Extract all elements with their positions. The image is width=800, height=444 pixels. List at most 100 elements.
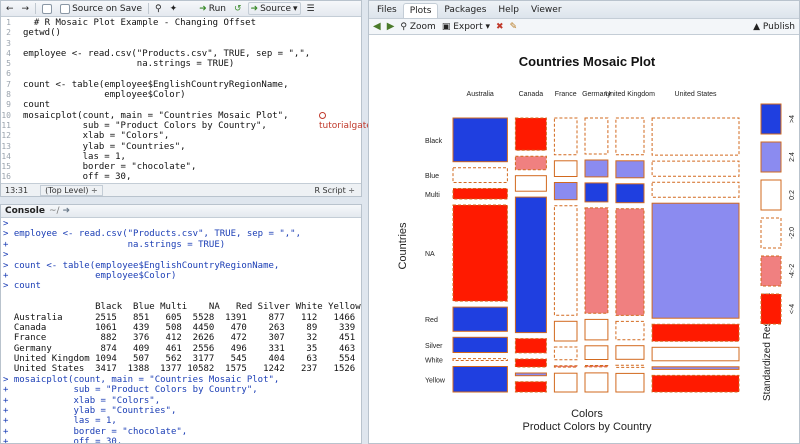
line-number: 7 [6, 79, 11, 89]
console-command-line: + border = "chocolate", [3, 426, 188, 437]
code-text: employee <- read.csv("Products.csv", TRU… [23, 48, 311, 59]
forward-button[interactable]: → [20, 2, 32, 15]
code-text: getwd() [23, 28, 61, 39]
legend-label: 0:2 [789, 190, 796, 200]
console-output-line: Canada 1061 439 508 4450 470 263 89 339 [3, 322, 356, 333]
zoom-button[interactable]: ⚲ Zoom [400, 22, 435, 32]
editor-toolbar: ← → Source on Save ⚲ ✦ ➜ Run ↺ ➜ Source … [1, 1, 361, 17]
mosaic-cell [584, 159, 609, 178]
code-line[interactable]: 6 [1, 69, 361, 79]
remove-plot-icon[interactable]: ✖ [496, 22, 504, 32]
search-icon: ⚲ [155, 3, 162, 14]
rerun-icon: ↺ [233, 3, 242, 14]
filetype-dropdown[interactable]: R Script ÷ [310, 186, 361, 195]
code-text: ylab = "Countries", [23, 141, 186, 152]
code-line[interactable]: 7 count <- table(employee$EnglishCountryR… [1, 80, 361, 90]
tab-viewer[interactable]: Viewer [525, 3, 568, 18]
scope-dropdown[interactable]: (Top Level) ÷ [40, 184, 103, 196]
legend-swatch [760, 293, 782, 325]
console-output-line: United Kingdom 1094 507 562 3177 545 404… [3, 354, 356, 365]
plot-toolbar: ◀ ▶ ⚲ Zoom ▣ Export ▾ ✖ ✎ ▲ Publish [369, 19, 799, 35]
code-line[interactable]: 12 xlab = "Colors", [1, 131, 361, 141]
console-command-line: > employee <- read.csv("Products.csv", T… [3, 229, 302, 240]
mosaic-cell [584, 365, 609, 368]
mosaic-cell [553, 205, 578, 316]
code-text: na.strings = TRUE) [23, 59, 235, 70]
console-command-line: > [3, 250, 9, 261]
column-label: Canada [519, 91, 544, 98]
column-label: Australia [467, 91, 494, 98]
mosaic-cell [514, 155, 547, 171]
console-command-line: > count <- table(employee$EnglishCountry… [3, 260, 280, 271]
mosaic-cell [514, 358, 547, 368]
console-output-line: Australia 2515 851 605 5528 1391 877 112… [3, 312, 356, 323]
code-line[interactable]: 15 border = "chocolate", [1, 162, 361, 172]
code-line[interactable]: 5 na.strings = TRUE) [1, 59, 361, 69]
publish-button[interactable]: ▲ Publish [753, 22, 799, 32]
rerun-button[interactable]: ↺ [232, 2, 244, 15]
mosaic-cell [615, 183, 645, 204]
line-number: 6 [6, 69, 11, 79]
tab-files[interactable]: Files [371, 3, 403, 18]
column-label: United States [675, 91, 718, 98]
mosaic-cell [651, 346, 740, 362]
tab-plots[interactable]: Plots [402, 3, 439, 18]
line-number: 15 [1, 162, 11, 172]
back-button[interactable]: ← [4, 2, 16, 15]
code-line[interactable]: 9 count [1, 100, 361, 110]
prev-plot-icon[interactable]: ◀ [373, 21, 381, 32]
mosaic-cell [651, 202, 740, 319]
code-line[interactable]: 1 # R Mosaic Plot Example - Changing Off… [1, 18, 361, 28]
code-editor[interactable]: 1 # R Mosaic Plot Example - Changing Off… [1, 18, 361, 184]
code-line[interactable]: 11 sub = "Product Colors by Country", [1, 121, 361, 131]
doc-outline-button[interactable]: ☰ [305, 2, 317, 15]
mosaic-cell [651, 366, 740, 370]
run-button[interactable]: ➜ Run [197, 2, 228, 15]
toolbar-divider [35, 3, 37, 14]
source-button[interactable]: ➜ Source ▾ [247, 2, 301, 15]
legend-swatch [760, 103, 782, 135]
mosaic-cell [651, 323, 740, 342]
console-path: ~/ [48, 206, 60, 216]
next-plot-icon[interactable]: ▶ [387, 21, 395, 32]
y-axis-label: Countries [397, 222, 409, 270]
mosaic-cell [452, 204, 508, 302]
console-output[interactable]: > > employee <- read.csv("Products.csv", … [3, 219, 361, 443]
wand-icon: ✦ [169, 3, 178, 14]
goto-dir-icon[interactable]: ➜ [63, 206, 71, 216]
mosaic-cell [553, 182, 578, 201]
mosaic-cell [615, 364, 645, 368]
code-text: sub = "Product Colors by Country", [23, 120, 267, 131]
code-line[interactable]: 3 [1, 39, 361, 49]
code-text: mosaicplot(count, main = "Countries Mosa… [23, 110, 289, 121]
code-text: employee$Color) [23, 90, 186, 101]
code-line[interactable]: 10 mosaicplot(count, main = "Countries Mo… [1, 111, 361, 121]
line-number: 9 [6, 100, 11, 110]
code-line[interactable]: 8 employee$Color) [1, 90, 361, 100]
code-line[interactable]: 4 employee <- read.csv("Products.csv", TR… [1, 49, 361, 59]
mosaic-cell [514, 175, 547, 192]
column-label: United Kingdom [605, 91, 655, 98]
code-line[interactable]: 16 off = 30, [1, 172, 361, 182]
code-tools-button[interactable]: ✦ [168, 2, 180, 15]
export-icon: ▣ [441, 21, 454, 32]
save-button[interactable] [40, 2, 54, 15]
output-pane: Files Plots Packages Help Viewer ◀ ▶ ⚲ Zoom … [368, 0, 800, 444]
code-line[interactable]: 2 getwd() [1, 28, 361, 38]
console-title: Console [5, 206, 45, 216]
clear-plots-icon[interactable]: ✎ [510, 22, 518, 32]
code-line[interactable]: 13 ylab = "Countries", [1, 142, 361, 152]
tab-packages[interactable]: Packages [438, 3, 492, 18]
code-line[interactable]: 14 las = 1, [1, 152, 361, 162]
line-number: 1 [6, 18, 11, 27]
line-number: 16 [1, 172, 11, 182]
find-button[interactable]: ⚲ [153, 2, 164, 15]
export-button[interactable]: ▣ Export ▾ [442, 22, 490, 32]
console-command-line: + na.strings = TRUE) [3, 239, 226, 250]
mosaic-cell [452, 336, 508, 353]
tab-help[interactable]: Help [492, 3, 525, 18]
console-header: Console ~/ ➜ [1, 205, 361, 218]
source-on-save-toggle[interactable]: Source on Save [58, 2, 144, 15]
mosaic-cell [615, 320, 645, 341]
x-axis-label: Colors [571, 408, 603, 420]
